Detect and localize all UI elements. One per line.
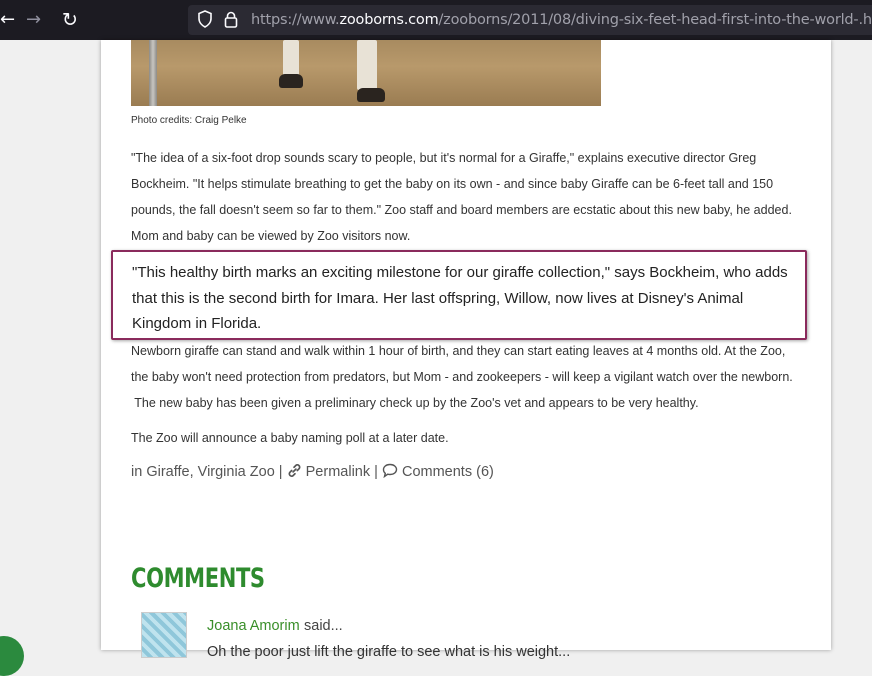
- giraffe-photo: [131, 40, 601, 106]
- link-icon[interactable]: [287, 463, 302, 478]
- comment-bubble-icon[interactable]: [382, 463, 398, 478]
- text-line: The new baby has been given a preliminar…: [131, 390, 811, 416]
- giraffe-hoof: [279, 74, 303, 88]
- shield-icon[interactable]: [198, 10, 212, 28]
- lock-icon[interactable]: [224, 11, 238, 28]
- text-line: Bockheim. "It helps stimulate breathing …: [131, 171, 811, 197]
- meta-in-label: in: [131, 464, 142, 480]
- commenter-avatar[interactable]: [141, 612, 187, 658]
- giraffe-hoof: [357, 88, 385, 102]
- highlighted-quote: "This healthy birth marks an exciting mi…: [111, 250, 807, 340]
- comment-text: Oh the poor just lift the giraffe to see…: [207, 644, 570, 660]
- fence-post: [149, 40, 157, 106]
- back-arrow-icon[interactable]: ←: [0, 9, 15, 31]
- browser-toolbar: ← → ↻ https://www.zooborns.com/zooborns/…: [0, 0, 872, 40]
- comments-link[interactable]: Comments (6): [402, 464, 494, 480]
- photo-caption: Photo credits: Craig Pelke: [131, 115, 247, 126]
- permalink-link[interactable]: Permalink: [306, 464, 370, 480]
- commenter-name-link[interactable]: Joana Amorim: [207, 618, 300, 634]
- floating-green-button[interactable]: [0, 636, 24, 676]
- paragraph-3: The Zoo will announce a baby naming poll…: [131, 425, 811, 451]
- quote-text: "This healthy birth marks an exciting mi…: [132, 260, 792, 337]
- comments-heading: COMMENTS: [131, 563, 265, 594]
- said-label: said...: [304, 618, 343, 634]
- text-line: pounds, the fall doesn't seem so far to …: [131, 197, 811, 223]
- paragraph-1: "The idea of a six-foot drop sounds scar…: [131, 145, 811, 249]
- url-path: /zooborns/2011/08/diving-six-feet-head-f…: [439, 12, 872, 28]
- text-line: Newborn giraffe can stand and walk withi…: [131, 338, 811, 364]
- separator: |: [374, 464, 378, 480]
- text-line: the baby won't need protection from pred…: [131, 364, 811, 390]
- url-text[interactable]: https://www.zooborns.com/zooborns/2011/0…: [251, 5, 872, 35]
- forward-arrow-icon[interactable]: →: [26, 9, 41, 31]
- giraffe-leg: [283, 40, 299, 76]
- giraffe-leg: [357, 40, 377, 90]
- post-meta: in Giraffe, Virginia Zoo | Permalink | C…: [131, 463, 494, 480]
- category-link-giraffe[interactable]: Giraffe: [146, 464, 189, 480]
- separator: |: [279, 464, 283, 480]
- paragraph-2: Newborn giraffe can stand and walk withi…: [131, 338, 811, 416]
- reload-icon[interactable]: ↻: [62, 9, 78, 31]
- text-line: Mom and baby can be viewed by Zoo visito…: [131, 223, 811, 249]
- address-bar[interactable]: https://www.zooborns.com/zooborns/2011/0…: [188, 5, 872, 35]
- article-content: Photo credits: Craig Pelke "The idea of …: [101, 40, 831, 650]
- category-link-virginia-zoo[interactable]: Virginia Zoo: [198, 464, 275, 480]
- url-prefix: https://www.: [251, 12, 339, 28]
- text-line: "The idea of a six-foot drop sounds scar…: [131, 145, 811, 171]
- url-domain: zooborns.com: [339, 12, 438, 28]
